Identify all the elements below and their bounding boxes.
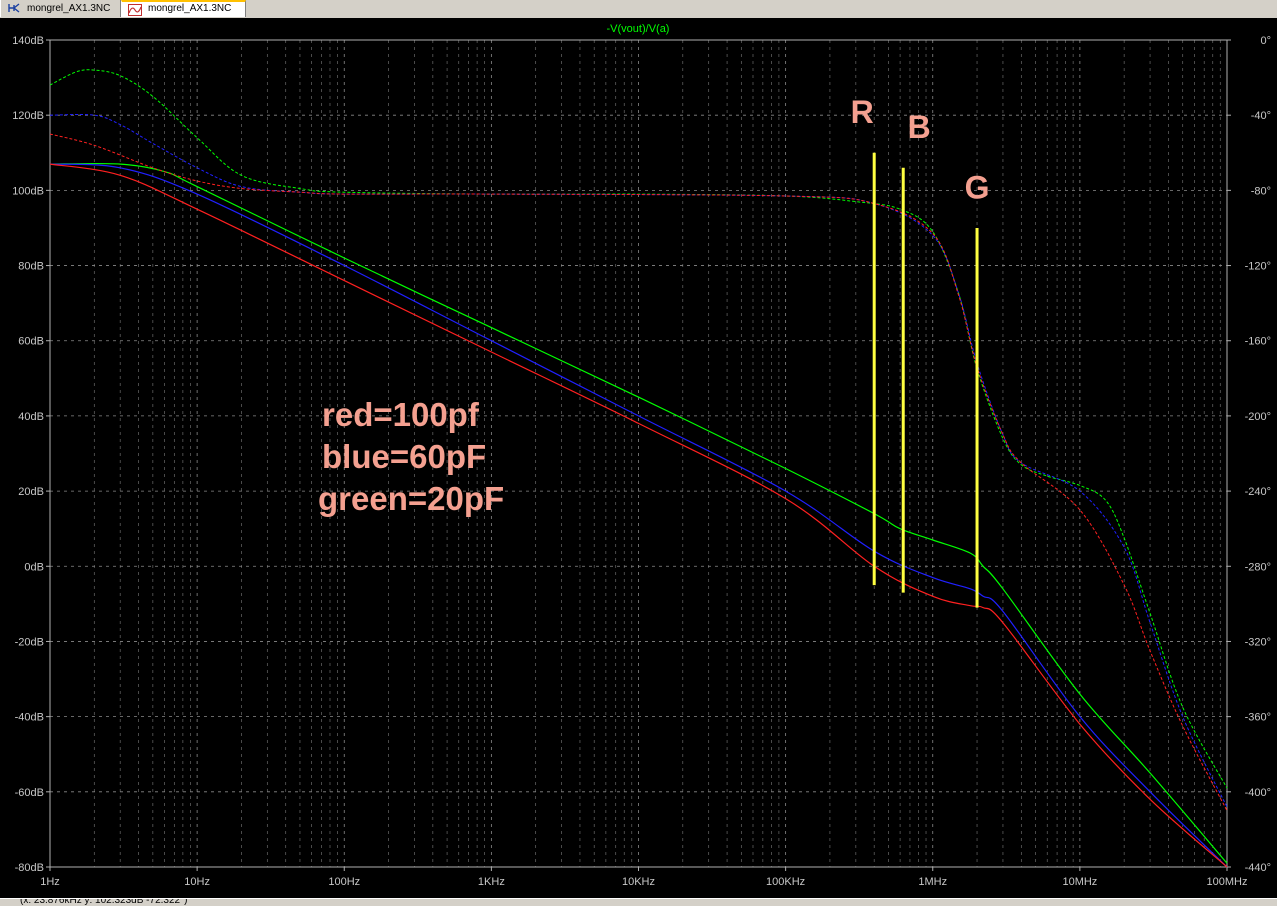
x-tick-label: 1KHz xyxy=(478,876,505,888)
y-right-tick-label: -440° xyxy=(1245,862,1271,874)
legend-text: red=100pf xyxy=(322,396,480,433)
x-tick-label: 1MHz xyxy=(918,876,947,888)
y-left-tick-label: -80dB xyxy=(15,862,44,874)
y-left-tick-label: 60dB xyxy=(18,336,44,348)
x-tick-label: 100MHz xyxy=(1207,876,1248,888)
tab-schematic[interactable]: mongrel_AX1.3NC xyxy=(0,0,121,17)
x-tick-label: 1Hz xyxy=(40,876,60,888)
legend-text: blue=60pF xyxy=(322,438,486,475)
y-right-tick-label: -200° xyxy=(1245,411,1271,423)
x-tick-label: 100KHz xyxy=(766,876,805,888)
bode-plot[interactable]: 140dB 120dB 100dB 80dB 60dB 40dB 20dB 0dB -20dB -… xyxy=(0,18,1277,898)
y-right-tick-label: -280° xyxy=(1245,561,1271,573)
legend-text: green=20pF xyxy=(318,480,504,517)
tab-label: mongrel_AX1.3NC xyxy=(27,3,111,14)
ltspice-waveform-window: mongrel_AX1.3NC mongrel_AX1.3NC 140dB 120… xyxy=(0,0,1277,906)
y-left-tick-label: -20dB xyxy=(15,636,44,648)
y-right-tick-label: -400° xyxy=(1245,787,1271,799)
y-right-tick-label: -80° xyxy=(1251,185,1271,197)
y-right-tick-label: -160° xyxy=(1245,336,1271,348)
x-tick-label: 10KHz xyxy=(622,876,655,888)
chart-title: -V(vout)/V(a) xyxy=(607,23,670,35)
y-left-tick-label: 100dB xyxy=(12,185,44,197)
y-right-tick-label: 0° xyxy=(1260,35,1271,47)
tab-bar: mongrel_AX1.3NC mongrel_AX1.3NC xyxy=(0,0,1277,19)
tab-label: mongrel_AX1.3NC xyxy=(148,3,232,14)
y-left-tick-label: 80dB xyxy=(18,261,44,273)
schematic-icon xyxy=(8,3,20,13)
x-tick-label: 10Hz xyxy=(184,876,210,888)
y-left-tick-label: 40dB xyxy=(18,411,44,423)
waveform-icon xyxy=(128,4,142,16)
x-tick-label: 100Hz xyxy=(328,876,360,888)
y-right-tick-label: -320° xyxy=(1245,636,1271,648)
y-right-tick-label: -120° xyxy=(1245,261,1271,273)
y-right-tick-label: -40° xyxy=(1251,110,1271,122)
tab-waveform[interactable]: mongrel_AX1.3NC xyxy=(121,0,246,17)
y-left-tick-label: 140dB xyxy=(12,35,44,47)
marker-label: R xyxy=(851,94,874,130)
x-tick-label: 10MHz xyxy=(1062,876,1097,888)
y-left-tick-label: 20dB xyxy=(18,486,44,498)
y-left-tick-label: 120dB xyxy=(12,110,44,122)
y-right-tick-label: -240° xyxy=(1245,486,1271,498)
y-left-tick-label: -60dB xyxy=(15,787,44,799)
marker-label: B xyxy=(908,109,931,145)
y-right-tick-label: -360° xyxy=(1245,712,1271,724)
marker-label: G xyxy=(965,169,990,205)
y-left-tick-label: -40dB xyxy=(15,712,44,724)
y-left-tick-label: 0dB xyxy=(24,561,44,573)
